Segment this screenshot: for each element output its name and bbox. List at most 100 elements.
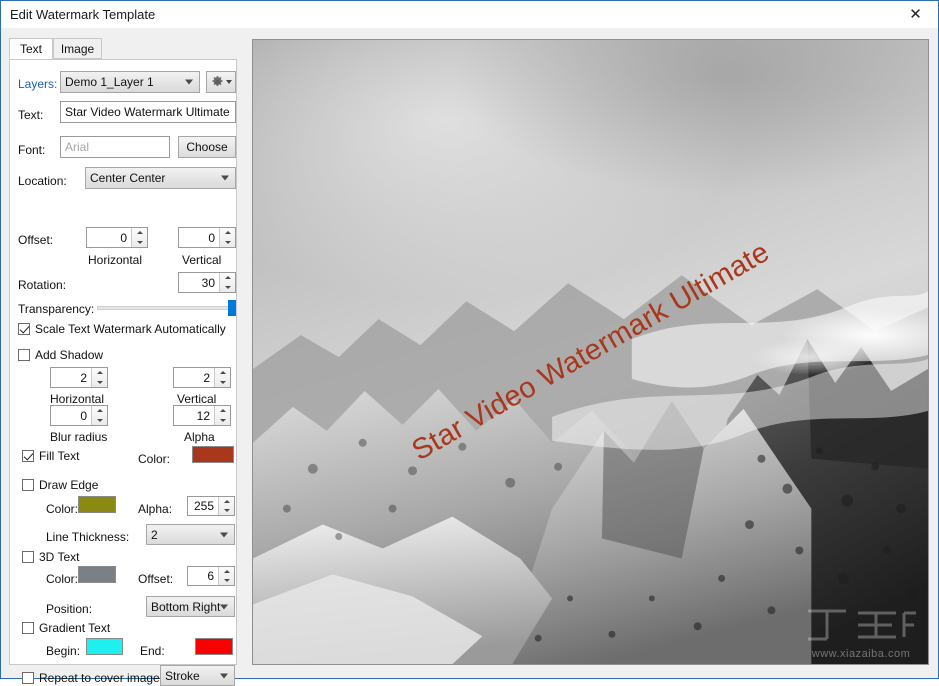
tab-text[interactable]: Text [9,38,53,59]
shadow-blur-caption: Blur radius [50,430,107,444]
stepper-up-icon[interactable] [215,406,230,416]
offset-horizontal-arrows[interactable] [131,228,147,247]
close-button[interactable]: ✕ [893,1,938,27]
repeat-mode-value: Stroke [165,669,200,683]
stepper-down-icon[interactable] [215,416,230,426]
shadow-alpha-stepper[interactable]: 12 [173,405,231,426]
shadow-blur-arrows[interactable] [91,406,107,425]
choose-font-button[interactable]: Choose [178,136,236,158]
3d-offset-label: Offset: [138,572,173,586]
checkbox-icon [22,622,34,634]
stepper-down-icon[interactable] [219,506,234,515]
stepper-down-icon[interactable] [220,238,235,248]
chevron-down-icon [220,532,228,537]
fill-text-label: Fill Text [39,449,79,463]
tab-image[interactable]: Image [53,38,102,59]
chevron-down-icon [221,176,229,181]
shadow-blur-value: 0 [51,406,91,425]
3d-offset-arrows[interactable] [218,567,234,585]
window-content: Text Image Layers: Demo 1_Layer 1 Text: … [1,28,938,678]
3d-position-select[interactable]: Bottom Right [146,596,235,617]
3d-offset-stepper[interactable]: 6 [187,566,235,586]
text-input[interactable]: Star Video Watermark Ultimate [60,101,236,123]
stepper-up-icon[interactable] [215,368,230,378]
rotation-arrows[interactable] [219,273,235,292]
stepper-up-icon[interactable] [220,228,235,238]
transparency-slider-thumb[interactable] [228,300,236,316]
transparency-slider[interactable] [97,300,236,316]
shadow-alpha-arrows[interactable] [214,406,230,425]
stepper-down-icon[interactable] [92,378,107,388]
repeat-cover-checkbox[interactable]: Repeat to cover image [22,671,160,685]
chevron-down-icon [220,673,228,678]
stepper-down-icon[interactable] [220,283,235,293]
edge-alpha-arrows[interactable] [218,497,234,515]
fill-text-checkbox[interactable]: Fill Text [22,449,79,463]
shadow-horizontal-caption: Horizontal [50,392,104,406]
offset-vertical-value: 0 [179,228,219,247]
3d-offset-value: 6 [188,567,218,585]
draw-edge-checkbox[interactable]: Draw Edge [22,478,98,492]
3d-color-swatch[interactable] [78,566,116,583]
text-input-value: Star Video Watermark Ultimate [65,105,230,119]
gradient-end-swatch[interactable] [195,638,233,655]
line-thickness-select[interactable]: 2 [146,524,235,545]
layers-settings-button[interactable] [206,71,236,93]
offset-horizontal-stepper[interactable]: 0 [86,227,148,248]
checkbox-icon [18,323,30,335]
stepper-up-icon[interactable] [219,567,234,576]
stepper-down-icon[interactable] [132,238,147,248]
fill-color-swatch[interactable] [192,446,234,463]
chevron-down-icon [185,80,193,85]
layers-select-value: Demo 1_Layer 1 [65,75,154,89]
stepper-down-icon[interactable] [219,576,234,585]
font-input-placeholder: Arial [65,140,89,154]
location-select[interactable]: Center Center [85,167,236,189]
offset-vertical-arrows[interactable] [219,228,235,247]
line-thickness-value: 2 [151,528,158,542]
3d-position-value: Bottom Right [151,600,220,614]
shadow-horizontal-arrows[interactable] [91,368,107,387]
stepper-up-icon[interactable] [132,228,147,238]
rotation-stepper[interactable]: 30 [178,272,236,293]
offset-vertical-caption: Vertical [182,253,221,267]
fill-color-label: Color: [138,452,170,466]
layers-label: Layers: [18,77,57,91]
shadow-alpha-caption: Alpha [184,430,215,444]
shadow-horizontal-stepper[interactable]: 2 [50,367,108,388]
font-input[interactable]: Arial [60,136,170,158]
offset-vertical-stepper[interactable]: 0 [178,227,236,248]
stepper-up-icon[interactable] [92,406,107,416]
stepper-up-icon[interactable] [92,368,107,378]
location-select-value: Center Center [90,171,165,185]
offset-horizontal-caption: Horizontal [88,253,142,267]
checkbox-icon [22,551,34,563]
edit-watermark-template-window: Edit Watermark Template ✕ Text Image Lay… [0,0,939,679]
stepper-up-icon[interactable] [219,497,234,506]
stepper-down-icon[interactable] [215,378,230,388]
edge-alpha-label: Alpha: [138,502,172,516]
shadow-vertical-value: 2 [174,368,214,387]
layers-select[interactable]: Demo 1_Layer 1 [60,71,200,93]
font-label: Font: [18,143,45,157]
shadow-blur-stepper[interactable]: 0 [50,405,108,426]
gear-icon [211,76,224,89]
shadow-vertical-arrows[interactable] [214,368,230,387]
watermark-preview[interactable]: Star Video Watermark Ultimate www.xiazai… [252,39,929,665]
gradient-text-checkbox[interactable]: Gradient Text [22,621,110,635]
edge-color-swatch[interactable] [78,496,116,513]
shadow-vertical-stepper[interactable]: 2 [173,367,231,388]
add-shadow-checkbox[interactable]: Add Shadow [18,348,103,362]
gradient-begin-swatch[interactable] [86,638,123,655]
draw-edge-label: Draw Edge [39,478,98,492]
add-shadow-label: Add Shadow [35,348,103,362]
stepper-up-icon[interactable] [220,273,235,283]
edge-alpha-stepper[interactable]: 255 [187,496,235,516]
3d-position-label: Position: [46,602,92,616]
scale-auto-checkbox[interactable]: Scale Text Watermark Automatically [18,322,226,336]
3d-text-checkbox[interactable]: 3D Text [22,550,79,564]
offset-horizontal-value: 0 [87,228,131,247]
repeat-mode-select[interactable]: Stroke [160,665,235,686]
stepper-down-icon[interactable] [92,416,107,426]
gear-dropdown-arrow-icon [226,80,232,84]
